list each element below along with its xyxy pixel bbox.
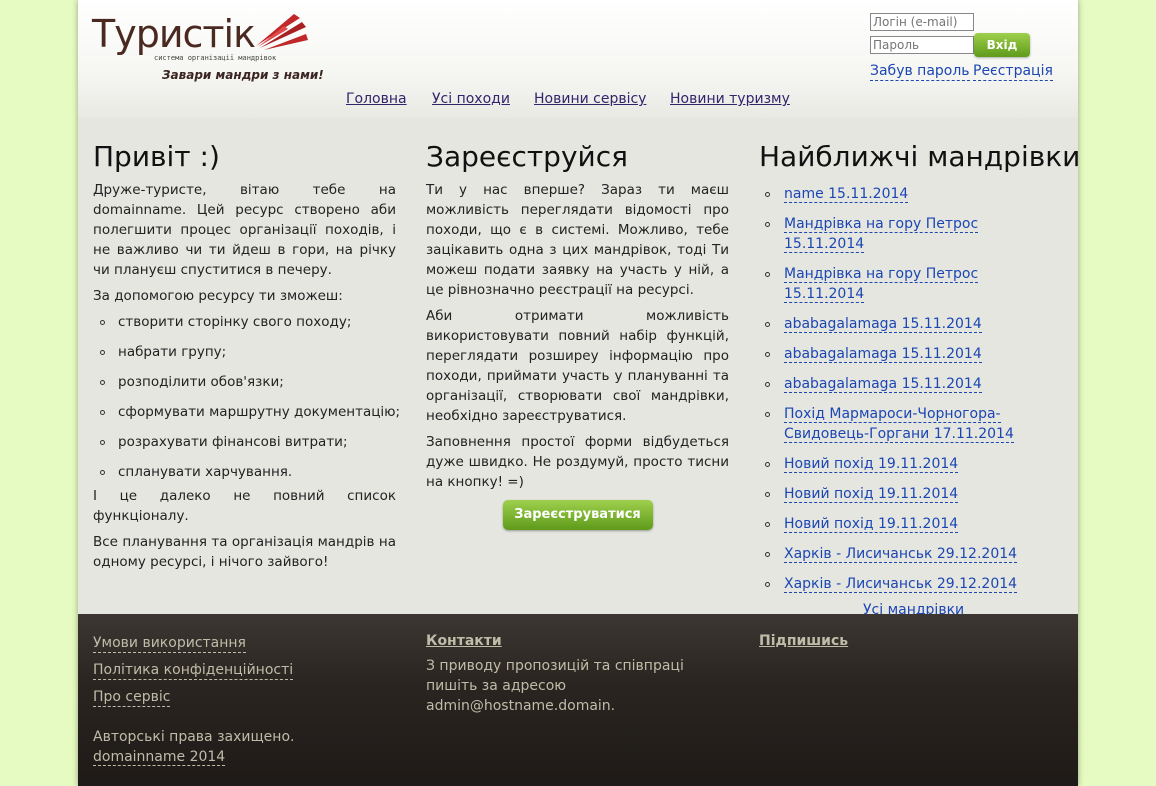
trip-label: Мандрівка на гору Петрос 15.11.2014 [784,216,979,253]
welcome-outro-1: І це далеко не повний список функціоналу… [93,488,396,524]
subscribe-heading[interactable]: Підпишись [759,632,1059,650]
trip-label: ababagalamaga 15.11.2014 [784,346,982,363]
contacts-text: З приводу пропозицій та співпраці пишіть… [426,658,684,714]
logo-fan-icon [256,14,308,50]
list-item: розподілити обов'язки; [93,372,396,402]
welcome-intro: Друже-туристе, вітаю тебе на domainname.… [93,182,396,278]
trip-label: Новий похід 19.11.2014 [784,516,959,533]
copyright-line-2[interactable]: domainname 2014 [93,749,226,766]
trip-label: ababagalamaga 15.11.2014 [784,316,982,333]
trip-label: Новий похід 19.11.2014 [784,486,959,503]
site-logo[interactable]: Туристік система організації мандрівок З… [92,12,324,87]
logo-slogan: Завари мандри з нами! [162,68,324,82]
nav-home[interactable]: Головна [346,91,407,107]
nav-service-news[interactable]: Новини сервісу [534,91,646,107]
welcome-outro-2: Все планування та організація мандрів на… [93,534,396,570]
feature-list: створити сторінку свого походу; набрати … [93,312,400,486]
trip-label: ababagalamaga 15.11.2014 [784,376,982,393]
list-item: спланувати харчування. [93,462,396,486]
logo-title: Туристік [92,12,256,56]
forgot-password-link[interactable]: Забув пароль [870,62,970,81]
list-item: створити сторінку свого походу; [93,312,396,342]
footer-contacts-column: Контакти З приводу пропозицій та співпра… [426,632,726,716]
list-item: сформувати маршрутну документацію; [93,402,400,432]
trips-title: Найближчі мандрівки [759,140,1081,173]
site-header: Туристік система організації мандрівок З… [78,0,1078,118]
register-column: Зареєструйся Ти у нас вперше? Зараз ти м… [426,140,729,530]
register-paragraph-2: Аби отримати можливість використовувати … [426,308,729,424]
trip-link[interactable]: Новий похід 19.11.2014 [759,454,1059,474]
upcoming-trips-column: Найближчі мандрівки name 15.11.2014 Манд… [759,140,1081,619]
register-button[interactable]: Зареєструватися [502,500,653,530]
welcome-title: Привіт :) [93,140,220,173]
nav-all-hikes[interactable]: Усі походи [432,91,510,107]
copyright: Авторські права захищено. domainname 201… [93,727,393,767]
welcome-lead: За допомогою ресурсу ти зможеш: [93,288,343,304]
copyright-line-1: Авторські права захищено. [93,729,295,745]
logo-subtitle: система організації мандрівок [154,54,277,62]
welcome-column: Привіт :) Друже-туристе, вітаю тебе на d… [93,140,400,578]
trip-link[interactable]: name 15.11.2014 [759,184,1059,204]
main-nav: Головна Усі походи Новини сервісу Новини… [346,91,826,111]
register-paragraph-1: Ти у нас вперше? Зараз ти маєш можливіст… [426,182,729,298]
trip-link[interactable]: Новий похід 19.11.2014 [759,484,1059,504]
page-container: Туристік система організації мандрівок З… [78,0,1081,786]
trip-link[interactable]: Харків - Лисичанськ 29.12.2014 [759,574,1059,594]
trip-link[interactable]: ababagalamaga 15.11.2014 [759,374,1059,394]
register-paragraph-3: Заповнення простої форми відбудеться дуж… [426,434,729,490]
registration-link[interactable]: Реєстрація [973,62,1053,81]
password-input[interactable] [870,36,974,54]
contacts-heading[interactable]: Контакти [426,632,726,650]
trip-link[interactable]: Похід Мармароси-Чорногора-Свидовець-Горг… [759,404,1059,444]
trip-link[interactable]: Новий похід 19.11.2014 [759,514,1059,534]
email-input[interactable] [870,13,974,31]
trip-label: Мандрівка на гору Петрос 15.11.2014 [784,266,979,303]
terms-link[interactable]: Умови використання [93,634,246,653]
trip-link[interactable]: ababagalamaga 15.11.2014 [759,344,1059,364]
login-button[interactable]: Вхід [974,33,1030,57]
trip-link[interactable]: Харків - Лисичанськ 29.12.2014 [759,544,1059,564]
site-footer: Умови використання Політика конфіденційн… [78,614,1078,786]
trip-label: Похід Мармароси-Чорногора-Свидовець-Горг… [784,406,1014,443]
trip-link[interactable]: ababagalamaga 15.11.2014 [759,314,1059,334]
nav-tourism-news[interactable]: Новини туризму [670,91,790,107]
register-title: Зареєструйся [426,140,628,173]
list-item: розрахувати фінансові витрати; [93,432,396,462]
trip-link[interactable]: Мандрівка на гору Петрос 15.11.2014 [759,214,1059,254]
trip-link[interactable]: Мандрівка на гору Петрос 15.11.2014 [759,264,1059,304]
login-form: Вхід Забув пароль Реєстрація [868,12,1068,84]
privacy-link[interactable]: Політика конфіденційності [93,661,294,680]
footer-subscribe-column: Підпишись [759,632,1059,650]
trip-label: Харків - Лисичанськ 29.12.2014 [784,576,1018,593]
about-link[interactable]: Про сервіс [93,688,171,707]
list-item: набрати групу; [93,342,396,372]
trip-label: name 15.11.2014 [784,186,909,203]
trip-label: Новий похід 19.11.2014 [784,456,959,473]
trips-list: name 15.11.2014 Мандрівка на гору Петрос… [759,184,1059,594]
footer-links-column: Умови використання Політика конфіденційн… [93,632,393,767]
trip-label: Харків - Лисичанськ 29.12.2014 [784,546,1018,563]
